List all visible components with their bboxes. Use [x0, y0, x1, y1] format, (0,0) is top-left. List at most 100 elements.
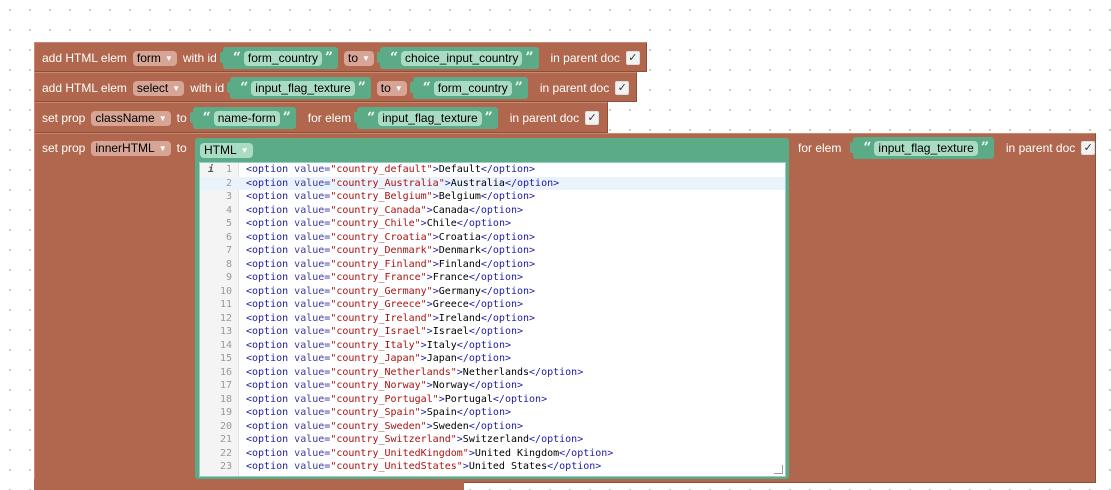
code-line[interactable]: 14 <option value="country_Italy">Italy</o…	[200, 339, 785, 353]
code-text: <option value="country_Switzerland">Swit…	[246, 433, 583, 447]
code-line[interactable]: 2 <option value="country_Australia">Austr…	[200, 176, 785, 190]
id-value-field[interactable]: form_country	[243, 50, 322, 66]
code-editor[interactable]: i 1 <option value="country_default">Defaul…	[199, 162, 786, 477]
line-number: 19	[219, 407, 232, 418]
code-line[interactable]: i 1 <option value="country_default">Defaul…	[200, 163, 785, 177]
block-label: set prop	[42, 111, 86, 125]
code-text: <option value="country_Belgium">Belgium<…	[246, 190, 535, 204]
target-string-block[interactable]: “choice_input_country”	[376, 47, 539, 69]
for-elem-label: for elem	[307, 111, 352, 125]
attr-name: value=	[288, 393, 331, 405]
line-number: 14	[219, 339, 232, 351]
attr-name: value=	[288, 461, 331, 472]
attr-value: country_Ireland	[336, 312, 427, 324]
attr-value: country_Chile	[336, 218, 415, 229]
tag-close: </option>	[480, 191, 536, 202]
id-value-field[interactable]: input_flag_texture	[251, 80, 355, 96]
code-line[interactable]: 4 <option value="country_Canada">Canada</…	[200, 204, 785, 218]
code-line[interactable]: 3 <option value="country_Belgium">Belgium…	[200, 190, 785, 204]
prop-dropdown[interactable]: innerHTML ▼	[91, 140, 171, 156]
code-text: <option value="country_Italy">Italy</opt…	[246, 339, 511, 353]
tag-close: </option>	[529, 366, 584, 378]
id-string-block[interactable]: “input_flag_texture”	[227, 77, 371, 99]
close-quote-icon: ”	[324, 50, 334, 66]
code-line[interactable]: 20 <option value="country_Sweden">Sweden<…	[200, 420, 785, 434]
code-line[interactable]: 15 <option value="country_Japan">Japan</o…	[200, 352, 785, 366]
code-line[interactable]: 5 <option value="country_Chile">Chile</op…	[200, 217, 785, 231]
add-html-elem-block-2[interactable]: add HTML elem select ▼ with id “input_fla…	[34, 72, 637, 102]
option-label: Portugal	[444, 393, 493, 405]
code-line[interactable]: 22 <option value="country_UnitedKingdom">…	[200, 447, 785, 461]
elem-string-block[interactable]: “input_flag_texture”	[850, 137, 994, 159]
line-number: 18	[219, 393, 232, 405]
code-line[interactable]: 9 <option value="country_France">France</…	[200, 271, 785, 285]
prop-dropdown[interactable]: className ▼	[91, 110, 171, 126]
next-block-edge	[34, 479, 464, 490]
option-label: France	[432, 272, 469, 283]
elem-type-dropdown[interactable]: form ▼	[132, 50, 177, 66]
set-prop-block-classname[interactable]: set prop className ▼ to “name-form” for e…	[34, 102, 608, 133]
elem-value-field[interactable]: input_flag_texture	[378, 110, 482, 126]
line-number: 12	[219, 312, 232, 324]
code-line[interactable]: 10 <option value="country_Germany">German…	[200, 285, 785, 299]
code-line[interactable]: 6 <option value="country_Croatia">Croatia…	[200, 231, 785, 245]
code-text: <option value="country_UnitedStates">Uni…	[246, 460, 601, 474]
attr-name: value=	[288, 258, 331, 270]
code-text: <option value="country_Spain">Spain</opt…	[246, 406, 511, 420]
attr-name: value=	[288, 434, 331, 445]
to-dropdown[interactable]: to ▼	[376, 80, 407, 96]
html-type-dropdown[interactable]: HTML ▼	[200, 142, 253, 158]
value-string-block[interactable]: “name-form”	[189, 107, 296, 129]
tag-open: <option	[246, 366, 289, 378]
option-label: Netherlands	[462, 366, 530, 378]
code-line[interactable]: 19 <option value="country_Spain">Spain</o…	[200, 406, 785, 420]
code-line[interactable]: 13 <option value="country_Israel">Israel<…	[200, 325, 785, 339]
tag-close: </option>	[492, 393, 548, 405]
prop-value-field[interactable]: name-form	[213, 110, 280, 126]
attr-value: country_Sweden	[336, 420, 421, 432]
in-parent-doc-checkbox[interactable]: ✓	[585, 111, 600, 125]
attr-name: value=	[288, 245, 331, 256]
dropdown-arrow-icon: ▼	[164, 53, 173, 63]
code-line[interactable]: 7 <option value="country_Denmark">Denmark…	[200, 244, 785, 258]
target-value-field[interactable]: choice_input_country	[401, 50, 523, 66]
attr-value: country_Norway	[336, 380, 421, 391]
in-parent-doc-checkbox[interactable]: ✓	[615, 81, 630, 95]
code-line[interactable]: 23 <option value="country_UnitedStates">U…	[200, 460, 785, 474]
code-line[interactable]: 8 <option value="country_Finland">Finland…	[200, 258, 785, 272]
code-line[interactable]: 12 <option value="country_Ireland">Irelan…	[200, 312, 785, 326]
code-text: <option value="country_Finland">Finland<…	[246, 258, 535, 272]
line-number: 16	[219, 366, 232, 378]
code-text: <option value="country_Germany">Germany<…	[246, 285, 535, 299]
resize-handle-icon[interactable]	[774, 465, 783, 474]
line-number: 3	[225, 191, 232, 202]
code-line[interactable]: 21 <option value="country_Switzerland">Sw…	[200, 433, 785, 447]
tag-close: </option>	[480, 285, 536, 297]
line-number: 10	[219, 285, 232, 297]
close-quote-icon: ”	[282, 110, 291, 126]
attr-value: country_Belgium	[336, 191, 427, 202]
target-string-block[interactable]: “form_country”	[409, 77, 528, 99]
code-line[interactable]: 17 <option value="country_Norway">Norway<…	[200, 379, 785, 393]
tag-open: <option	[246, 177, 289, 189]
code-text: <option value="country_Croatia">Croatia<…	[246, 231, 535, 245]
block-label: add HTML elem	[42, 51, 127, 65]
code-line[interactable]: 18 <option value="country_Portugal">Portu…	[200, 393, 785, 407]
line-number: 1	[225, 164, 232, 175]
elem-string-block[interactable]: “input_flag_texture”	[354, 107, 498, 129]
attr-value: country_Greece	[336, 299, 421, 310]
in-parent-doc-label: in parent doc	[1005, 141, 1076, 155]
to-dropdown[interactable]: to ▼	[344, 50, 374, 66]
elem-value-field[interactable]: input_flag_texture	[874, 140, 978, 156]
id-string-block[interactable]: “form_country”	[219, 47, 339, 69]
add-html-elem-block-1[interactable]: add HTML elem form ▼ with id “form_countr…	[34, 42, 647, 72]
code-line[interactable]: 11 <option value="country_Greece">Greece<…	[200, 298, 785, 312]
in-parent-doc-checkbox[interactable]: ✓	[1081, 141, 1096, 155]
option-label: Australia	[450, 177, 505, 189]
target-value-field[interactable]: form_country	[433, 80, 512, 96]
html-code-block[interactable]: HTML ▼ i 1 <option value="country_default">…	[195, 138, 789, 479]
in-parent-doc-checkbox[interactable]: ✓	[625, 51, 640, 65]
elem-type-dropdown[interactable]: select ▼	[132, 80, 185, 96]
code-line[interactable]: 16 <option value="country_Netherlands">Ne…	[200, 366, 785, 380]
tag-close: </option>	[529, 434, 584, 445]
